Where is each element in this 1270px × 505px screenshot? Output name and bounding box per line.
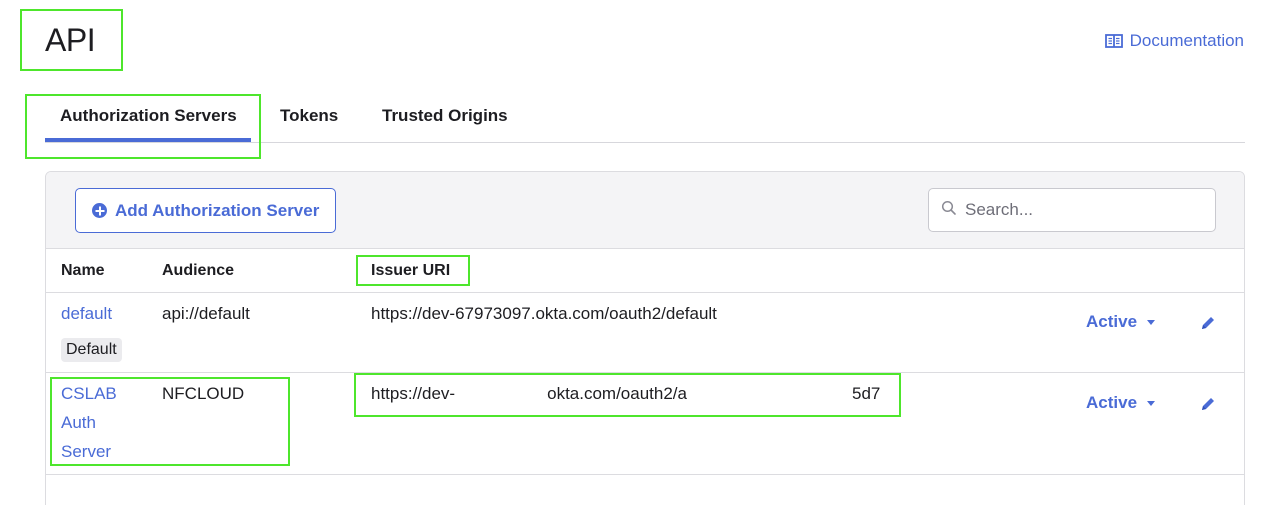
server-name-link[interactable]: CSLAB Auth Server — [61, 379, 117, 466]
page-title: API — [45, 22, 96, 58]
table-row: CSLAB Auth Server NFCLOUD https://dev-ok… — [46, 373, 1244, 475]
book-icon — [1104, 33, 1123, 49]
status-label: Active — [1086, 312, 1138, 331]
caret-down-icon — [1147, 400, 1156, 406]
add-authorization-server-button[interactable]: Add Authorization Server — [75, 188, 336, 233]
audience-value: NFCLOUD — [162, 384, 245, 403]
documentation-link[interactable]: Documentation — [1104, 31, 1244, 51]
authorization-servers-panel: Add Authorization Server Name Audience I… — [45, 171, 1245, 505]
server-name-link[interactable]: default — [61, 299, 112, 328]
tab-trusted-origins[interactable]: Trusted Origins — [382, 106, 508, 126]
plus-circle-icon — [92, 203, 107, 218]
tab-tokens[interactable]: Tokens — [280, 106, 338, 126]
issuer-uri-value: https://dev-okta.com/oauth2/a 5d7 — [371, 379, 880, 408]
caret-down-icon — [1147, 319, 1156, 325]
search-icon — [941, 200, 957, 221]
issuer-uri-part: okta.com/oauth2/a — [547, 384, 687, 403]
server-name-line: Server — [61, 442, 112, 461]
issuer-uri-value: https://dev-67973097.okta.com/oauth2/def… — [371, 304, 717, 323]
table-row: default Default api://default https://de… — [46, 293, 1244, 373]
column-header-issuer-uri[interactable]: Issuer URI — [371, 262, 450, 280]
server-name-line: Auth — [61, 413, 96, 432]
server-name-line: CSLAB — [61, 384, 117, 403]
table-header: Name Audience Issuer URI — [46, 249, 1244, 293]
active-tab-indicator — [45, 138, 251, 142]
issuer-uri-part: https://dev- — [371, 384, 456, 403]
edit-pencil-icon[interactable] — [1198, 394, 1218, 414]
add-authorization-server-label: Add Authorization Server — [115, 200, 320, 220]
search-box — [928, 188, 1216, 232]
column-header-name[interactable]: Name — [61, 262, 105, 280]
status-label: Active — [1086, 393, 1138, 412]
documentation-label: Documentation — [1129, 31, 1244, 50]
edit-pencil-icon[interactable] — [1198, 313, 1218, 333]
redacted-segment — [686, 379, 852, 408]
redacted-segment — [455, 379, 548, 408]
issuer-uri-part: 5d7 — [851, 384, 881, 403]
default-badge: Default — [61, 338, 122, 362]
audience-value: api://default — [162, 304, 250, 323]
status-dropdown[interactable]: Active — [1086, 393, 1156, 413]
column-header-audience[interactable]: Audience — [162, 262, 234, 280]
tab-authorization-servers[interactable]: Authorization Servers — [60, 106, 237, 126]
toolbar: Add Authorization Server — [46, 172, 1244, 249]
tab-bar: Authorization Servers Tokens Trusted Ori… — [45, 96, 1245, 143]
status-dropdown[interactable]: Active — [1086, 312, 1156, 332]
search-input[interactable] — [965, 200, 1205, 220]
